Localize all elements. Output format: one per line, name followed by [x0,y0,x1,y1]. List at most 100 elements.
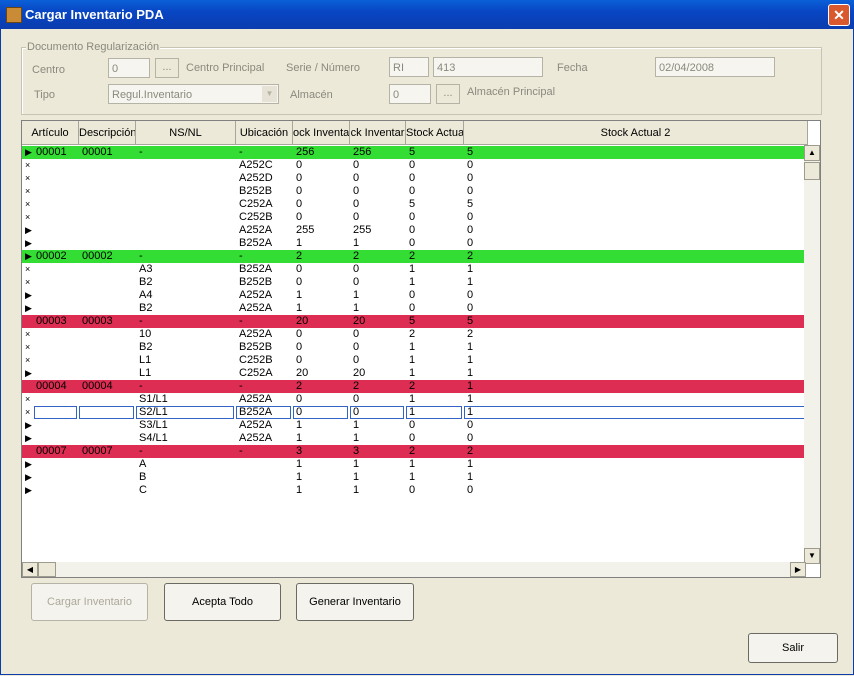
centro-lookup-button[interactable]: ... [155,58,179,78]
grid-cell[interactable]: 0 [294,185,350,198]
grid-cell[interactable]: 0 [294,393,350,406]
grid-cell[interactable] [34,458,79,471]
grid-cell[interactable] [237,471,293,484]
group-row[interactable]: ▶ 00002 00002- -2 2 2 2 [22,250,808,263]
grid-cell[interactable]: B [137,471,236,484]
grid-cell[interactable]: 1 [407,458,464,471]
table-row[interactable]: × A252C 0 0 0 0 [22,159,808,172]
grid-cell[interactable] [137,198,236,211]
grid-cell[interactable]: 0 [465,159,808,172]
grid-cell[interactable]: 2 [351,380,406,393]
grid-cell[interactable]: 1 [465,406,808,419]
group-row[interactable]: 00004 00004- -2 2 2 1 [22,380,808,393]
grid-cell[interactable]: 0 [407,185,464,198]
inventory-grid[interactable]: Artículo Descripción NS/NL Ubicación ock Inv… [21,120,821,578]
table-row[interactable]: × 10 A252A 0 0 2 2 [22,328,808,341]
grid-cell[interactable] [34,354,79,367]
grid-cell[interactable]: 5 [465,198,808,211]
column-header[interactable]: NS/NL [136,121,236,145]
grid-cell[interactable]: 256 [294,146,350,159]
grid-cell[interactable]: A252D [237,172,293,185]
grid-cell[interactable]: 2 [407,250,464,263]
grid-cell[interactable] [34,224,79,237]
grid-cell[interactable]: B252A [237,237,293,250]
grid-cell[interactable] [34,484,79,497]
numero-input[interactable]: 413 [433,57,543,77]
column-header[interactable]: Artículo [22,121,79,145]
table-row[interactable]: ▶ A4 A252A 1 1 0 0 [22,289,808,302]
grid-cell[interactable] [34,302,79,315]
table-row[interactable]: × C252A 0 0 5 5 [22,198,808,211]
grid-cell[interactable]: 5 [465,146,808,159]
grid-cell[interactable] [34,393,79,406]
grid-cell[interactable]: 0 [351,185,406,198]
scroll-left-icon[interactable]: ◀ [22,562,38,577]
grid-cell[interactable]: 1 [351,484,406,497]
grid-cell[interactable]: - [137,380,236,393]
grid-cell[interactable]: 2 [465,250,808,263]
column-header[interactable]: Descripción [79,121,136,145]
grid-cell[interactable]: A252A [237,302,293,315]
grid-cell[interactable]: A4 [137,289,236,302]
grid-cell[interactable]: 0 [407,484,464,497]
grid-cell[interactable]: 1 [351,419,406,432]
grid-cell[interactable] [80,302,136,315]
grid-cell[interactable]: 0 [465,289,808,302]
grid-cell[interactable]: 1 [465,354,808,367]
table-row[interactable]: × B252B 0 0 0 0 [22,185,808,198]
grid-cell[interactable]: A252A [237,224,293,237]
grid-cell[interactable]: 2 [465,445,808,458]
grid-cell[interactable]: A252C [237,159,293,172]
grid-cell[interactable] [80,263,136,276]
column-header[interactable]: Stock Actual 2 [464,121,808,145]
grid-cell[interactable]: 1 [407,276,464,289]
grid-cell[interactable]: 1 [465,458,808,471]
grid-cell[interactable]: 00002 [34,250,79,263]
grid-cell[interactable]: C252B [237,354,293,367]
grid-cell[interactable]: L1 [137,354,236,367]
grid-cell[interactable]: B252B [237,276,293,289]
table-row[interactable]: × B2 B252B 0 0 1 1 [22,341,808,354]
grid-cell[interactable] [34,328,79,341]
scroll-down-icon[interactable]: ▼ [804,548,820,564]
grid-cell[interactable]: 1 [294,289,350,302]
grid-cell[interactable]: 00004 [80,380,136,393]
grid-cell[interactable]: 3 [294,445,350,458]
grid-cell[interactable]: 2 [407,328,464,341]
grid-cell[interactable]: 2 [465,328,808,341]
grid-cell[interactable]: 1 [465,263,808,276]
grid-cell[interactable]: 0 [407,211,464,224]
grid-cell[interactable]: 5 [407,198,464,211]
grid-cell[interactable]: 0 [465,419,808,432]
grid-cell[interactable]: B252A [237,406,293,419]
grid-cell[interactable]: 1 [294,471,350,484]
grid-cell[interactable]: 0 [351,393,406,406]
grid-cell[interactable]: 00003 [80,315,136,328]
grid-cell[interactable] [80,406,136,419]
grid-cell[interactable]: 1 [351,471,406,484]
grid-cell[interactable] [137,224,236,237]
grid-cell[interactable]: 1 [351,237,406,250]
grid-cell[interactable]: 0 [294,211,350,224]
grid-cell[interactable]: 2 [294,250,350,263]
grid-cell[interactable]: S1/L1 [137,393,236,406]
grid-cell[interactable]: 0 [465,484,808,497]
grid-cell[interactable]: 2 [351,250,406,263]
grid-cell[interactable]: 2 [294,380,350,393]
grid-cell[interactable] [80,419,136,432]
grid-cell[interactable]: 0 [351,211,406,224]
grid-cell[interactable]: 1 [465,380,808,393]
almacen-lookup-button[interactable]: ... [436,84,460,104]
hscroll-thumb[interactable] [38,562,56,577]
grid-cell[interactable] [34,432,79,445]
grid-cell[interactable]: 1 [407,354,464,367]
grid-cell[interactable] [34,172,79,185]
grid-cell[interactable] [80,159,136,172]
grid-cell[interactable]: 0 [465,211,808,224]
grid-cell[interactable]: 1 [407,263,464,276]
grid-cell[interactable]: 20 [351,315,406,328]
grid-cell[interactable] [34,276,79,289]
table-row[interactable]: ▶ C 1 1 0 0 [22,484,808,497]
grid-cell[interactable] [34,185,79,198]
grid-cell[interactable]: B252B [237,185,293,198]
